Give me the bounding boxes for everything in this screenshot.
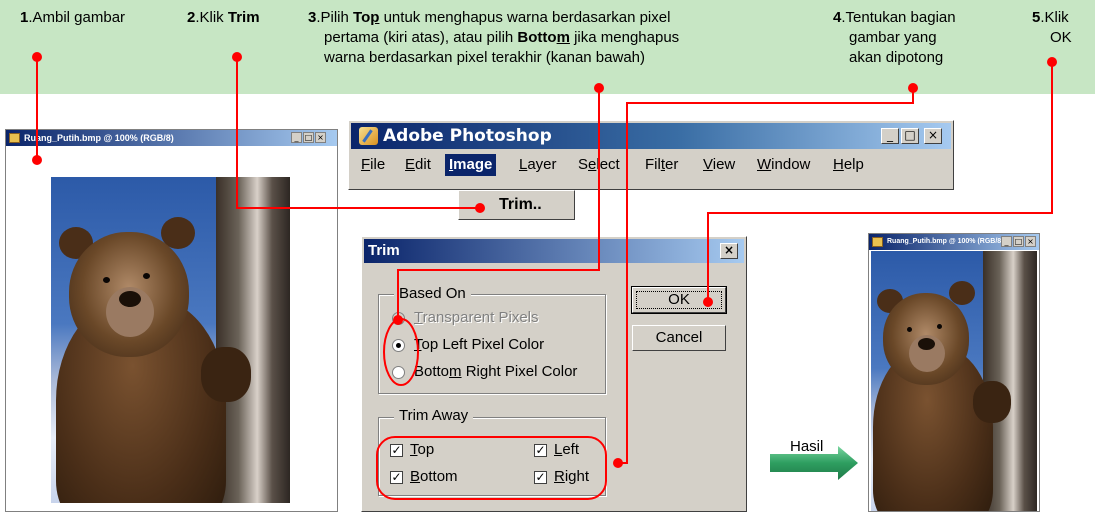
cropped-bear-image: [871, 251, 1037, 511]
bear-image: [51, 177, 290, 503]
option-top-left-pixel-color-label: Top Left Pixel Color: [414, 336, 545, 353]
option-transparent-pixels-label: Transparent Pixels: [414, 309, 539, 326]
close-icon[interactable]: ×: [720, 243, 738, 259]
source-image-window[interactable]: Ruang_Putih.bmp @ 100% (RGB/8) _ □ ×: [5, 129, 338, 512]
checkbox-top-label: Top: [410, 441, 435, 458]
source-window-titlebar[interactable]: Ruang_Putih.bmp @ 100% (RGB/8) _ □ ×: [6, 130, 337, 146]
menu-window[interactable]: Window: [753, 154, 814, 176]
checkbox-bottom-label: Bottom: [410, 468, 458, 485]
based-on-legend: Based On: [394, 285, 471, 303]
radio-bottom-right-pixel-color[interactable]: [392, 366, 405, 379]
photoshop-doc-icon: [9, 133, 20, 143]
photoshop-doc-icon: [872, 237, 883, 247]
step-1: 1.Ambil gambar: [20, 9, 126, 26]
result-window-titlebar[interactable]: Ruang_Putih.bmp @ 100% (RGB/8) _ □ ×: [869, 234, 1039, 250]
bear-nose: [918, 338, 935, 350]
result-image-window[interactable]: Ruang_Putih.bmp @ 100% (RGB/8) _ □ ×: [868, 233, 1040, 512]
source-window-title: Ruang_Putih.bmp @ 100% (RGB/8): [24, 133, 174, 143]
checkbox-right-label: Right: [554, 468, 590, 485]
menu-image[interactable]: Image: [445, 154, 497, 176]
bear-paw: [973, 381, 1011, 423]
step-4: 4.Tentukan bagian gambar yang akan dipot…: [833, 9, 956, 66]
close-icon[interactable]: ×: [315, 132, 326, 143]
bear-eye-left: [103, 277, 110, 283]
photoshop-app-icon: [359, 127, 378, 145]
radio-transparent-pixels[interactable]: [392, 312, 405, 325]
trim-menu-item[interactable]: Trim..: [458, 190, 575, 220]
photoshop-titlebar[interactable]: Adobe Photoshop _ □ ×: [351, 123, 951, 149]
checkbox-right[interactable]: ✓: [534, 471, 547, 484]
close-icon[interactable]: ×: [924, 128, 942, 144]
menu-help[interactable]: Help: [829, 154, 868, 176]
close-icon[interactable]: ×: [1025, 236, 1036, 247]
checkbox-left[interactable]: ✓: [534, 444, 547, 457]
photoshop-window[interactable]: Adobe Photoshop _ □ × File Edit Image La…: [348, 120, 954, 190]
minimize-icon[interactable]: _: [1001, 236, 1012, 247]
checkbox-left-label: Left: [554, 441, 580, 458]
bear-nose: [119, 291, 141, 307]
bear-eye-left: [907, 327, 912, 332]
maximize-icon[interactable]: □: [303, 132, 314, 143]
trim-dialog-titlebar[interactable]: Trim ×: [364, 239, 744, 263]
bear-eye-right: [937, 324, 942, 329]
ok-button[interactable]: OK: [631, 286, 727, 314]
trim-away-legend: Trim Away: [394, 407, 474, 425]
bear-eye-right: [143, 273, 150, 279]
checkbox-top[interactable]: ✓: [390, 444, 403, 457]
result-label: Hasil: [790, 438, 824, 455]
maximize-icon[interactable]: □: [1013, 236, 1024, 247]
maximize-icon[interactable]: □: [901, 128, 919, 144]
menu-file[interactable]: File: [357, 154, 389, 176]
option-bottom-right-pixel-color-label: Bottom Right Pixel Color: [414, 363, 578, 380]
trim-dialog[interactable]: Trim × Based On Transparent Pixels Top L…: [361, 236, 747, 512]
minimize-icon[interactable]: _: [291, 132, 302, 143]
trim-dialog-title: Trim: [368, 242, 400, 259]
bear-paw: [201, 347, 251, 402]
instruction-banner: 1.Ambil gambar 2.Klik Trim 3.Pilih Top u…: [0, 0, 1095, 94]
menu-filter[interactable]: Filter: [641, 154, 682, 176]
minimize-icon[interactable]: _: [881, 128, 899, 144]
step-5: 5.Klik OK: [1032, 9, 1072, 46]
step-3: 3.Pilih Top untuk menghapus warna berdas…: [308, 9, 680, 66]
step-2: 2.Klik Trim: [187, 9, 260, 26]
radio-top-left-pixel-color[interactable]: [392, 339, 405, 352]
menu-select[interactable]: Select: [574, 154, 624, 176]
cancel-button[interactable]: Cancel: [632, 325, 726, 351]
birch-tree: [216, 177, 290, 503]
menu-edit[interactable]: Edit: [401, 154, 435, 176]
result-window-title: Ruang_Putih.bmp @ 100% (RGB/8): [887, 238, 1004, 245]
photoshop-title: Adobe Photoshop: [383, 126, 552, 146]
menu-bar: File Edit Image Layer Select Filter View…: [351, 152, 951, 178]
menu-layer[interactable]: Layer: [515, 154, 561, 176]
menu-view[interactable]: View: [699, 154, 739, 176]
checkbox-bottom[interactable]: ✓: [390, 471, 403, 484]
